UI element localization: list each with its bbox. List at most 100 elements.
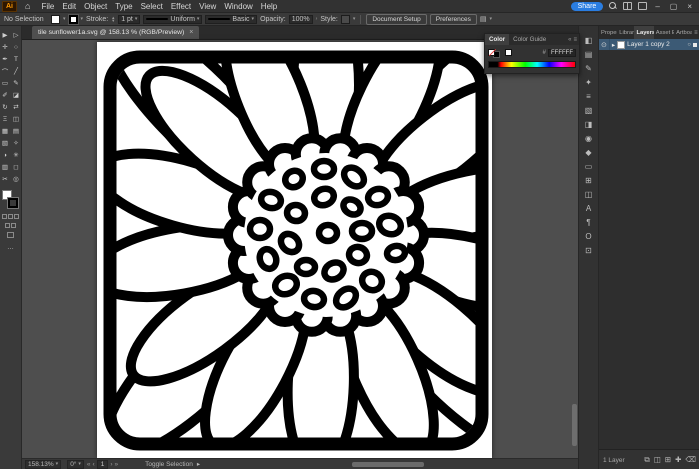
type-tool[interactable]: T <box>11 53 22 65</box>
mesh-tool[interactable]: ▤ <box>11 125 22 137</box>
vertical-scrollbar[interactable] <box>572 40 577 458</box>
menu-window[interactable]: Window <box>220 2 256 11</box>
column-graph-tool[interactable]: ▥ <box>0 161 11 173</box>
gradient-tool[interactable]: ▧ <box>0 137 11 149</box>
white-swatch[interactable] <box>505 49 512 56</box>
tab-close-icon[interactable]: × <box>189 29 193 36</box>
delete-layer-icon[interactable]: ⌫ <box>685 455 696 465</box>
artboard[interactable] <box>97 42 492 458</box>
eraser-tool[interactable]: ◪ <box>11 89 22 101</box>
layer-selection-indicator[interactable] <box>693 42 697 47</box>
tab-libraries[interactable]: Librari <box>617 26 634 39</box>
brush-definition-select[interactable]: Basic ▾ <box>205 14 258 24</box>
menu-view[interactable]: View <box>195 2 220 11</box>
opacity-panel-chevron-icon[interactable]: › <box>316 16 318 22</box>
tab-color-guide[interactable]: Color Guide <box>509 34 550 45</box>
stroke-proxy[interactable] <box>6 197 19 209</box>
width-profile-select[interactable]: Uniform ▾ <box>143 14 203 24</box>
stroke-color-swatch[interactable] <box>67 13 79 25</box>
curvature-tool[interactable]: ⌒ <box>0 65 11 77</box>
status-indicator[interactable]: Toggle Selection ▸ <box>145 460 200 469</box>
gradient-panel-icon[interactable]: ▧ <box>585 103 593 117</box>
opentype-panel-icon[interactable]: O <box>585 229 591 243</box>
symbol-sprayer-tool[interactable]: ✳ <box>11 149 22 161</box>
paintbrush-tool[interactable]: ✎ <box>11 77 22 89</box>
color-none-gradient-row[interactable] <box>2 214 19 219</box>
draw-mode-buttons[interactable] <box>5 223 16 228</box>
tab-layers[interactable]: Layers <box>634 26 654 39</box>
style-chevron-icon[interactable]: ▾ <box>353 16 356 22</box>
color-spectrum-bar[interactable] <box>488 61 576 68</box>
symbols-panel-icon[interactable]: ✦ <box>585 75 592 89</box>
tab-color[interactable]: Color <box>485 34 510 45</box>
opacity-field[interactable]: 100% <box>288 14 313 24</box>
clipping-mask-icon[interactable]: ◫ <box>654 455 661 465</box>
preferences-button[interactable]: Preferences <box>429 13 477 25</box>
layer-thumbnail[interactable] <box>617 40 626 49</box>
workspace-chevron-icon[interactable]: ▾ <box>489 16 492 22</box>
appearance-panel-icon[interactable]: ◉ <box>585 131 592 145</box>
tab-asset-export[interactable]: Asset E <box>654 26 674 39</box>
graphic-styles-panel-icon[interactable]: ◆ <box>585 145 591 159</box>
layer-name[interactable]: Layer 1 copy 2 <box>627 41 670 48</box>
collapse-panel-icon[interactable]: « <box>568 37 571 43</box>
tab-artboards[interactable]: Artboa <box>674 26 692 39</box>
home-icon[interactable]: ⌂ <box>25 1 30 11</box>
fill-stroke-indicator[interactable] <box>1 190 20 210</box>
transparency-panel-icon[interactable]: ◨ <box>585 117 593 131</box>
artboards-panel-icon[interactable]: ▭ <box>585 159 593 173</box>
pencil-tool[interactable]: ✐ <box>0 89 11 101</box>
stroke-weight-stepper[interactable]: ▲ ▼ <box>111 16 115 23</box>
stroke-weight-field[interactable]: 1 pt ▾ <box>118 14 141 24</box>
swatches-panel-icon[interactable]: ▤ <box>585 47 593 61</box>
panel-menu-icon[interactable]: ≡ <box>573 37 577 43</box>
tab-properties[interactable]: Proper <box>599 26 617 39</box>
stroke-chevron-icon[interactable]: ▾ <box>81 16 84 22</box>
scale-tool[interactable]: ⇄ <box>11 101 22 113</box>
fill-chevron-icon[interactable]: ▾ <box>63 16 66 22</box>
glyphs-panel-icon[interactable]: ⊡ <box>585 243 592 257</box>
workspace-icon[interactable]: ▤ <box>480 15 487 23</box>
edit-toolbar-icon[interactable]: … <box>7 244 14 251</box>
search-icon[interactable] <box>609 2 617 10</box>
menu-help[interactable]: Help <box>257 2 281 11</box>
share-button[interactable]: Share <box>570 1 604 11</box>
visibility-eye-icon[interactable]: ⊙ <box>601 41 607 49</box>
menu-edit[interactable]: Edit <box>58 2 80 11</box>
layer-target-icon[interactable]: ○ <box>687 42 691 48</box>
menu-file[interactable]: File <box>37 2 58 11</box>
shape-builder-tool[interactable]: ◫ <box>11 113 22 125</box>
eyedropper-tool[interactable]: ✧ <box>11 137 22 149</box>
none-color-swatch[interactable] <box>488 49 495 56</box>
horizontal-scrollbar-thumb[interactable] <box>352 462 424 467</box>
lasso-tool[interactable]: ○ <box>11 41 22 53</box>
artboard-tool[interactable]: ◻ <box>11 161 22 173</box>
blend-tool[interactable]: ◑ <box>0 149 11 161</box>
new-sublayer-icon[interactable]: ⊞ <box>665 455 671 465</box>
last-artboard-icon[interactable]: » <box>115 461 119 468</box>
rotation-field[interactable]: 0° ▾ <box>67 459 84 469</box>
style-swatch[interactable] <box>340 14 350 24</box>
libraries-panel-icon[interactable]: ◧ <box>585 33 593 47</box>
paragraph-panel-icon[interactable]: ¶ <box>586 215 590 229</box>
slice-tool[interactable]: ✂ <box>0 173 11 185</box>
menu-object[interactable]: Object <box>80 2 111 11</box>
rectangle-tool[interactable]: ▭ <box>0 77 11 89</box>
document-setup-button[interactable]: Document Setup <box>366 13 427 25</box>
brushes-panel-icon[interactable]: ✎ <box>585 61 592 75</box>
arrange-documents-icon[interactable] <box>623 2 633 10</box>
character-panel-icon[interactable]: A <box>586 201 591 215</box>
collect-for-export-icon[interactable]: ⧉ <box>644 455 649 465</box>
first-artboard-icon[interactable]: « <box>87 461 91 468</box>
magic-wand-tool[interactable]: ✛ <box>0 41 11 53</box>
menu-type[interactable]: Type <box>111 2 136 11</box>
selection-tool[interactable]: ▶ <box>0 29 11 41</box>
pen-tool[interactable]: ✒ <box>0 53 11 65</box>
stroke-panel-icon[interactable]: ≡ <box>586 89 591 103</box>
zoom-tool[interactable]: ◎ <box>11 173 22 185</box>
document-tab[interactable]: tile sunflower1a.svg @ 158.13 % (RGB/Pre… <box>32 26 200 39</box>
layer-row[interactable]: ⊙ ▸ Layer 1 copy 2 ○ <box>599 39 699 50</box>
line-segment-tool[interactable]: ╱ <box>11 65 22 77</box>
fill-color-swatch[interactable] <box>51 14 60 24</box>
align-panel-icon[interactable]: ⊞ <box>585 173 592 187</box>
